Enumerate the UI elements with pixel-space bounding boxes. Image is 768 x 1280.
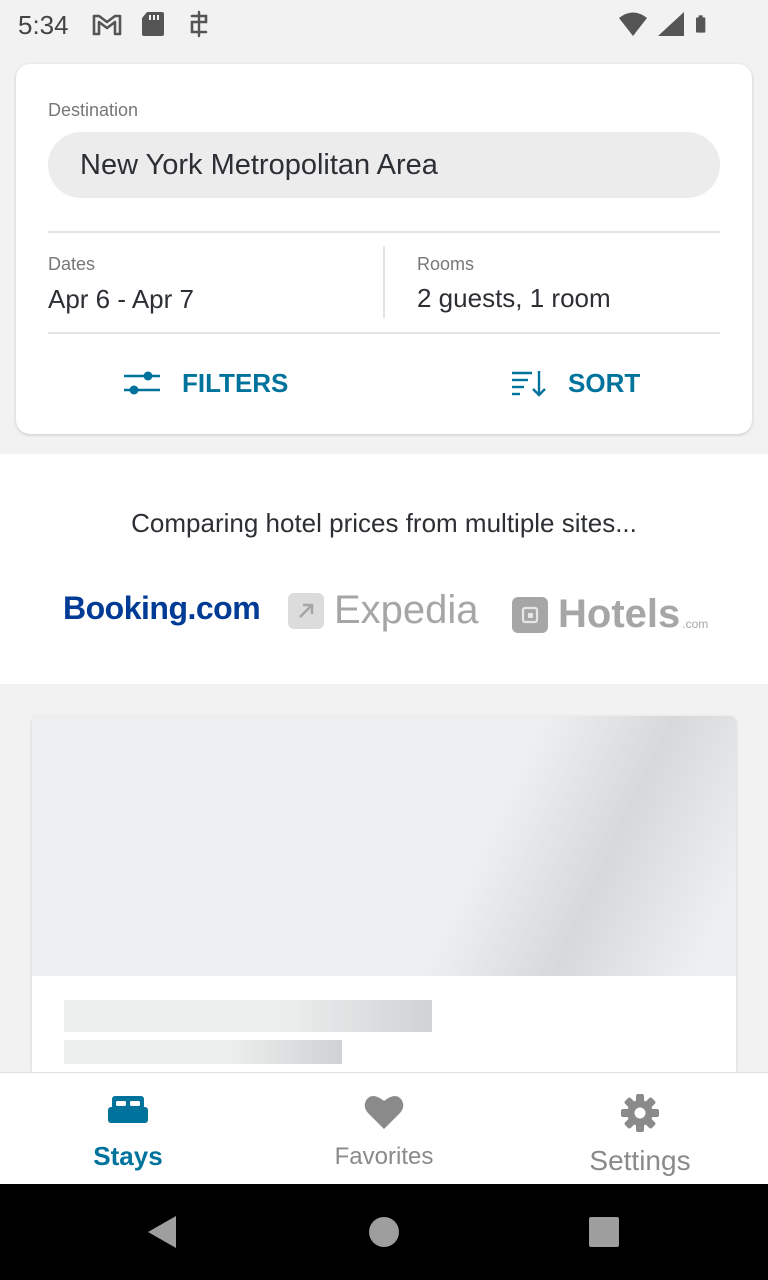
nav-item-stays[interactable]: Stays	[0, 1073, 256, 1185]
expedia-name: Expedia	[334, 588, 479, 632]
hotels-name: Hotels	[558, 592, 681, 636]
dates-label: Dates	[48, 254, 96, 274]
nav-label-stays: Stays	[93, 1141, 163, 1171]
skeleton-title	[64, 1000, 432, 1032]
booking-logo: Booking.com	[63, 590, 261, 626]
back-icon[interactable]	[146, 1214, 178, 1250]
sort-icon	[512, 371, 546, 397]
dates-field[interactable]: Dates Apr 6 - Apr 7	[48, 246, 378, 318]
heart-icon	[364, 1095, 404, 1129]
filters-label: FILTERS	[182, 367, 289, 398]
sync-icon	[190, 10, 208, 38]
destination-input[interactable]: New York Metropolitan Area	[48, 132, 720, 198]
signal-icon	[658, 12, 684, 36]
rooms-value: 2 guests, 1 room	[417, 283, 611, 313]
dates-value: Apr 6 - Apr 7	[48, 284, 194, 314]
expedia-icon	[288, 592, 324, 629]
result-card-skeleton	[32, 716, 736, 1076]
nav-item-settings[interactable]: Settings	[512, 1073, 768, 1185]
recents-icon[interactable]	[588, 1214, 620, 1250]
search-card: Destination New York Metropolitan Area D…	[16, 64, 752, 434]
status-bar: 5:34	[0, 0, 768, 48]
rooms-field[interactable]: Rooms 2 guests, 1 room	[417, 246, 717, 318]
filters-button[interactable]: FILTERS	[122, 360, 288, 406]
home-icon[interactable]	[368, 1214, 400, 1250]
bed-icon	[108, 1096, 148, 1123]
destination-label: Destination	[48, 100, 139, 120]
expedia-logo: Expedia	[288, 588, 479, 633]
status-icons-right	[618, 10, 714, 38]
skeleton-subtitle	[64, 1040, 342, 1064]
hotels-suffix: .com	[682, 617, 709, 631]
bottom-nav: Stays Favorites Settings	[0, 1072, 768, 1184]
divider	[48, 332, 720, 334]
battery-icon	[696, 15, 706, 33]
hotels-logo: Hotels .com	[512, 592, 708, 637]
sd-card-icon	[142, 12, 164, 36]
divider	[48, 231, 720, 233]
compare-band: Comparing hotel prices from multiple sit…	[0, 454, 768, 684]
sort-label: SORT	[568, 367, 641, 398]
gear-icon	[621, 1094, 659, 1132]
sort-button[interactable]: SORT	[510, 360, 640, 406]
rooms-label: Rooms	[417, 254, 475, 274]
status-icons-left	[92, 10, 214, 38]
gmail-icon	[92, 14, 122, 36]
status-time: 5:34	[18, 10, 69, 40]
nav-label-settings: Settings	[589, 1145, 691, 1176]
system-nav-bar	[0, 1184, 768, 1280]
compare-text: Comparing hotel prices from multiple sit…	[131, 508, 637, 538]
hotels-icon	[512, 597, 548, 633]
divider-vertical	[383, 246, 385, 318]
wifi-icon	[619, 12, 647, 36]
skeleton-image	[32, 716, 736, 976]
nav-item-favorites[interactable]: Favorites	[256, 1073, 512, 1185]
nav-label-favorites: Favorites	[334, 1143, 434, 1170]
filters-icon	[124, 371, 160, 395]
